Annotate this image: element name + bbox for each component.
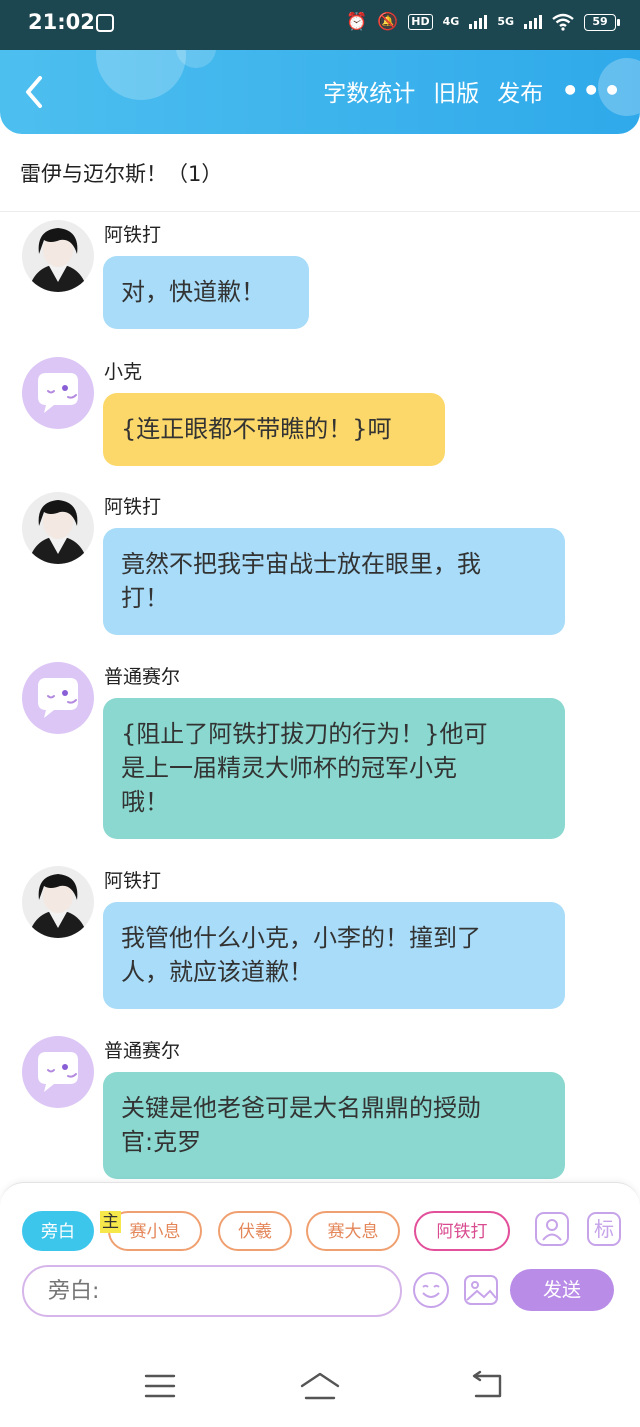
character-manage-button[interactable] [534, 1211, 570, 1247]
message-text: 对，快道歉！ [121, 278, 265, 306]
menu-lines-icon [144, 1374, 176, 1398]
network-4g-label: 4G [442, 15, 460, 28]
message-text-line: 打！ [121, 584, 169, 612]
avatar[interactable] [22, 357, 94, 429]
character-avatar-icon [28, 874, 88, 938]
message-text-line: 是上一届精灵大师杯的冠军小克 [121, 754, 457, 782]
back-arrow-icon [472, 1370, 502, 1398]
battery-icon: 59 [584, 13, 620, 31]
sender-name: 阿铁打 [104, 870, 162, 892]
message-text-line: 关键是他老爸可是大名鼎鼎的授勋 [121, 1094, 481, 1122]
person-card-icon [535, 1212, 569, 1246]
chat-bubble-avatar-icon [38, 678, 78, 718]
send-button[interactable]: 发送 [510, 1269, 614, 1311]
message-bubble[interactable]: 对，快道歉！ [103, 256, 309, 329]
app-header: 字数统计 旧版 发布 ••• [0, 50, 640, 134]
header-actions: 字数统计 旧版 发布 ••• [323, 74, 624, 108]
signal-icon [469, 15, 488, 29]
role-chip[interactable]: 伏羲 [218, 1211, 292, 1251]
role-chip[interactable]: 赛小息 [108, 1211, 202, 1251]
network-5g-label: 5G [497, 15, 514, 28]
avatar[interactable] [22, 492, 94, 564]
sender-name: 普通赛尔 [104, 1040, 181, 1062]
role-chip[interactable]: 赛大息 [306, 1211, 400, 1251]
avatar[interactable] [22, 1036, 94, 1108]
message-bubble[interactable]: 关键是他老爸可是大名鼎鼎的授勋 官:克罗 [103, 1072, 565, 1179]
image-icon [464, 1275, 498, 1305]
status-bar: 21:02 ⏰ 🔕 HD 4G 5G 59 [0, 0, 640, 50]
sender-name: 阿铁打 [104, 496, 162, 518]
message-input[interactable] [22, 1265, 402, 1317]
more-options-icon[interactable]: ••• [561, 77, 624, 105]
hd-icon: HD [408, 14, 433, 30]
avatar[interactable] [22, 662, 94, 734]
message-bubble[interactable]: {连正眼都不带瞧的！}呵 [103, 393, 445, 466]
sender-name: 小克 [104, 361, 143, 383]
decor-bubble [96, 50, 186, 100]
compose-panel: 旁白 赛小息 主 伏羲 赛大息 阿铁打 标 发送 [0, 1182, 640, 1322]
message-text-line: 竟然不把我宇宙战士放在眼里，我 [121, 550, 481, 578]
avatar[interactable] [22, 220, 94, 292]
chat-bubble-avatar-icon [38, 1052, 78, 1092]
sender-name: 普通赛尔 [104, 666, 181, 688]
message-bubble[interactable]: {阻止了阿铁打拔刀的行为！}他可 是上一届精灵大师杯的冠军小克 哦！ [103, 698, 565, 839]
sender-name: 阿铁打 [104, 224, 162, 246]
chat-bubble-avatar-icon [38, 373, 78, 413]
wifi-icon [552, 13, 574, 31]
mark-button[interactable]: 标 [586, 1211, 622, 1247]
message-bubble[interactable]: 我管他什么小克，小李的！撞到了 人，就应该道歉！ [103, 902, 565, 1009]
message-text-line: {阻止了阿铁打拔刀的行为！}他可 [121, 720, 488, 748]
message-text-line: 官:克罗 [121, 1128, 202, 1156]
home-icon [300, 1372, 340, 1400]
emoji-button[interactable] [412, 1271, 450, 1309]
main-role-tag: 主 [100, 1211, 121, 1233]
message-text-line: 我管他什么小克，小李的！撞到了 [121, 924, 481, 952]
back-button[interactable] [18, 72, 54, 112]
status-time: 21:02 [28, 10, 95, 34]
story-title-bar: 雷伊与迈尔斯！（1） [0, 134, 640, 212]
character-avatar-icon [28, 500, 88, 564]
message-text-line: 人，就应该道歉！ [121, 958, 313, 986]
smiley-icon [413, 1272, 449, 1308]
app-notification-icon [96, 14, 114, 32]
home-button[interactable] [300, 1370, 340, 1402]
word-count-button[interactable]: 字数统计 [323, 74, 415, 108]
role-chip[interactable]: 阿铁打 [414, 1211, 510, 1251]
message-text: {连正眼都不带瞧的！}呵 [121, 415, 392, 443]
system-nav-bar [0, 1322, 640, 1427]
character-avatar-icon [28, 228, 88, 292]
status-icons: ⏰ 🔕 HD 4G 5G 59 [345, 12, 620, 32]
mark-label: 标 [594, 1217, 614, 1241]
mute-bell-icon: 🔕 [377, 12, 399, 32]
chevron-left-icon [26, 76, 42, 108]
old-version-button[interactable]: 旧版 [433, 74, 479, 108]
message-text-line: 哦！ [121, 788, 169, 816]
story-title[interactable]: 雷伊与迈尔斯！（1） [20, 158, 222, 188]
alarm-icon: ⏰ [345, 12, 368, 32]
image-button[interactable] [462, 1271, 500, 1309]
recent-apps-button[interactable] [140, 1370, 180, 1402]
publish-button[interactable]: 发布 [497, 74, 543, 108]
avatar[interactable] [22, 866, 94, 938]
message-bubble[interactable]: 竟然不把我宇宙战士放在眼里，我 打！ [103, 528, 565, 635]
role-chip-narration[interactable]: 旁白 [22, 1211, 94, 1251]
back-nav-button[interactable] [468, 1370, 508, 1402]
signal-icon-2 [524, 15, 542, 29]
